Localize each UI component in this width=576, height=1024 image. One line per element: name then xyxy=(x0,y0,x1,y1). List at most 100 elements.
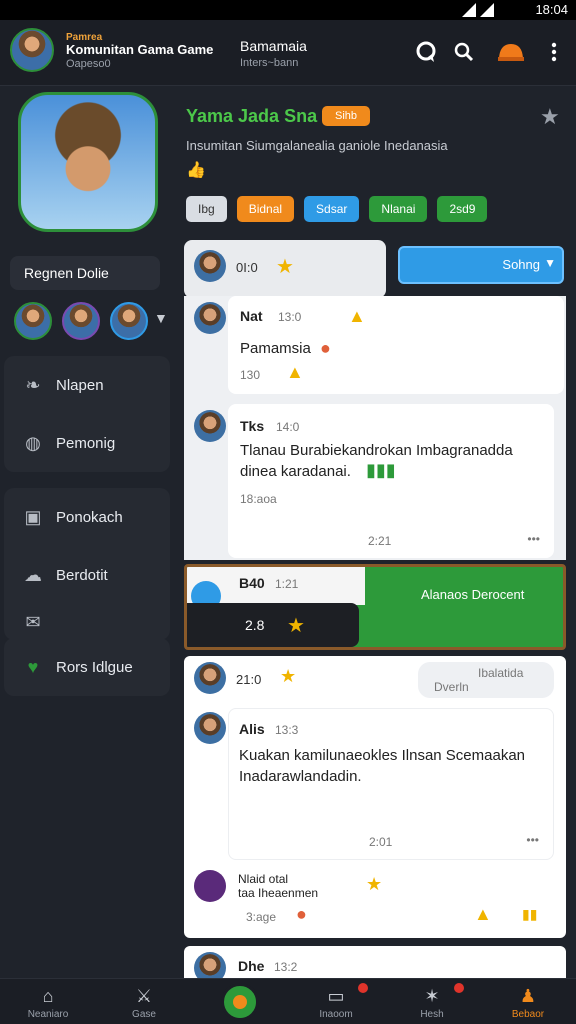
banner-counter-bar: 2.8 ★ xyxy=(187,603,359,647)
sohng-button-label: Sohng xyxy=(502,257,540,272)
gold-icon: ▲ xyxy=(286,362,304,382)
more-icon[interactable]: ••• xyxy=(526,833,539,847)
nav-inbox[interactable]: ▭ Inaoom xyxy=(288,979,384,1024)
star-icon: ★ xyxy=(287,615,305,637)
message-meta: 3:age xyxy=(246,910,277,924)
message-time: 2:01 xyxy=(369,835,393,849)
avatar[interactable] xyxy=(194,952,226,978)
chevron-down-icon[interactable]: ▼ xyxy=(154,310,168,326)
status-bar: 18:04 xyxy=(0,0,576,20)
avatar[interactable] xyxy=(194,870,226,902)
tag[interactable]: Sdsar xyxy=(304,196,360,222)
star-icon[interactable]: ★ xyxy=(276,254,294,279)
nav-battle[interactable]: ✶ Hesh xyxy=(384,979,480,1024)
reply-text: Ibalatida xyxy=(478,666,524,680)
message-time: 13:2 xyxy=(274,960,298,974)
header-count: 0I:0 xyxy=(236,260,258,275)
nav-label: Inaoom xyxy=(319,1009,353,1020)
profile-description: Insumitan Siumgalanealia ganiole Inedana… xyxy=(186,138,448,153)
nav-label: Bebaor xyxy=(511,1009,545,1020)
event-banner[interactable]: B40 1:21 Alanaos Derocent 2.8 ★ xyxy=(184,564,566,650)
sidebar-item-rors-idlgue[interactable]: ♥ Rors Idlgue xyxy=(4,638,170,696)
message-bubble[interactable]: Nat 13:0 ▲ Pamamsia ● 130 ▲ xyxy=(228,296,564,394)
avatar[interactable] xyxy=(194,410,226,442)
message-time: 14:0 xyxy=(276,420,300,434)
member-avatar[interactable] xyxy=(14,302,52,340)
more-icon[interactable]: ••• xyxy=(527,532,540,546)
banner-header: B40 1:21 xyxy=(187,567,365,611)
bottom-nav: ⌂ Neaniaro ⚔ Gase ▭ Inaoom ✶ Hesh ♟ Beba… xyxy=(0,978,576,1024)
sidebar-item-ponokach[interactable]: ▣ Ponokach xyxy=(4,488,170,546)
tag[interactable]: 2sd9 xyxy=(437,196,488,222)
banner-time: 1:21 xyxy=(275,577,299,591)
sidebar-item-label: Ponokach xyxy=(56,508,123,526)
nav-label: Neaniaro xyxy=(27,1009,69,1020)
nav-center-action[interactable] xyxy=(192,979,288,1024)
tag[interactable]: Nlanai xyxy=(369,196,428,222)
sidebar-item-label: Pemonig xyxy=(56,434,116,452)
channel-title: Bamamaia xyxy=(240,38,307,54)
star-icon: ★ xyxy=(280,666,297,686)
signal-icon xyxy=(462,3,494,17)
sidebar-item-berdotit[interactable]: ☁ Berdotit xyxy=(4,546,170,604)
sidebar-user[interactable]: Regnen Dolie xyxy=(10,256,160,290)
home-icon: ⌂ xyxy=(42,986,54,1006)
message-feed: 0I:0 ★ Sohng ▼ Nat 13:0 ▲ Pamamsia ● 130… xyxy=(184,238,566,978)
chat-icon[interactable] xyxy=(414,40,438,64)
message-time: 13:3 xyxy=(275,723,299,737)
message-footer: 130 xyxy=(240,368,261,382)
sidebar-group-3: ♥ Rors Idlgue xyxy=(4,638,170,696)
member-avatar[interactable] xyxy=(110,302,148,340)
message-tag: 18:aoa xyxy=(240,492,277,506)
sidebar-group-1: ❧ Nlapen ◍ Pemonig xyxy=(4,356,170,472)
avatar[interactable] xyxy=(194,250,226,282)
sender-name: Nlaid otal xyxy=(238,872,289,886)
nav-profile[interactable]: ♟ Bebaor xyxy=(480,979,576,1024)
star-icon[interactable]: ★ xyxy=(540,104,560,130)
avatar[interactable] xyxy=(194,662,226,694)
chevron-down-icon: ▼ xyxy=(544,256,556,270)
profile-icon: ♟ xyxy=(519,986,537,1006)
sidebar-item-mail[interactable]: ✉ xyxy=(4,604,170,640)
mail-icon: ✉ xyxy=(25,612,41,632)
thumbs-up-icon[interactable]: 👍 xyxy=(186,160,206,180)
sohng-button[interactable]: Sohng ▼ xyxy=(398,246,564,284)
more-menu-icon[interactable] xyxy=(542,40,566,64)
sidebar-item-pemonig[interactable]: ◍ Pemonig xyxy=(4,414,170,472)
sender-name: Alis xyxy=(239,721,265,737)
channel-subtitle: Inters~bann xyxy=(240,57,299,69)
notification-badge xyxy=(358,983,368,993)
message-bubble[interactable]: Alis 13:3 Kuakan kamilunaeokles Ilnsan S… xyxy=(228,708,554,860)
sender-name: Tks xyxy=(240,418,265,434)
nav-home[interactable]: ⌂ Neaniaro xyxy=(0,979,96,1024)
search-icon[interactable] xyxy=(452,40,476,64)
sidebar-item-nlapen[interactable]: ❧ Nlapen xyxy=(4,356,170,414)
tag[interactable]: Ibg xyxy=(186,196,227,222)
avatar[interactable] xyxy=(194,712,226,744)
helmet-icon[interactable] xyxy=(496,40,526,64)
emoji-icon: ● xyxy=(296,904,307,924)
message-time: 2:21 xyxy=(368,534,392,548)
message-bubble[interactable]: Tks 14:0 Tlanau Burabiekandrokan Imbagra… xyxy=(228,404,554,558)
banner-name: B40 xyxy=(239,575,265,591)
message-time: 13:0 xyxy=(278,310,302,324)
member-avatar[interactable] xyxy=(62,302,100,340)
nav-game[interactable]: ⚔ Gase xyxy=(96,979,192,1024)
tag[interactable]: Bidnal xyxy=(236,196,295,222)
notification-badge xyxy=(454,983,464,993)
sidebar-group-2: ▣ Ponokach ☁ Berdotit ✉ xyxy=(4,488,170,640)
helmet-icon: ◍ xyxy=(25,433,41,453)
message-group-3: Dhe 13:2 xyxy=(184,946,566,978)
leaf-icon: ❧ xyxy=(25,375,41,395)
group-avatar[interactable] xyxy=(10,28,54,72)
profile-badge: Sihb xyxy=(322,106,370,126)
feed-header-bar: 0I:0 ★ xyxy=(184,240,386,298)
sidebar-item-label: Rors Idlgue xyxy=(56,658,133,676)
message-text: dinea karadanai. xyxy=(240,463,351,480)
avatar[interactable] xyxy=(194,302,226,334)
message-group-1: Nat 13:0 ▲ Pamamsia ● 130 ▲ Tks 14:0 Tla… xyxy=(184,296,566,560)
sidebar-item-label: Nlapen xyxy=(56,376,104,394)
reply-bubble[interactable]: Ibalatida Dverln xyxy=(418,662,554,698)
top-bar: Pamrea Komunitan Gama Game Oapeso0 Bamam… xyxy=(0,20,576,86)
profile-avatar[interactable] xyxy=(18,92,158,232)
